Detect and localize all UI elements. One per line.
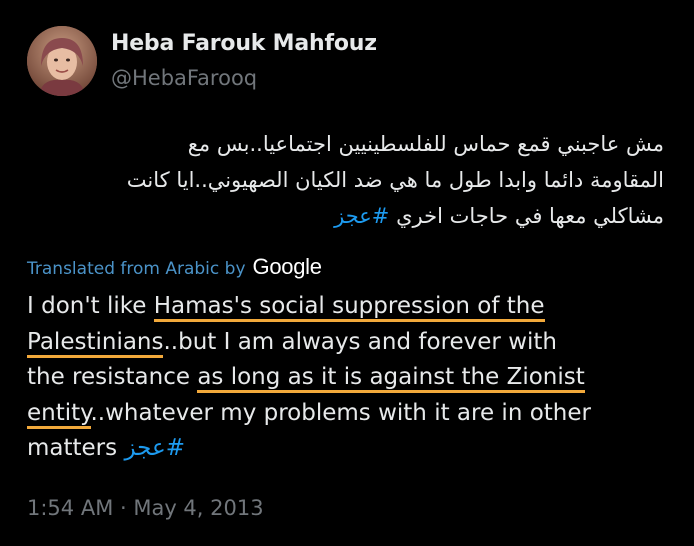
translated-text-segment: the resistance xyxy=(27,364,198,390)
translated-line: matters عجز# xyxy=(27,431,677,467)
arabic-line: مش عاجبني قمع حماس للفلسطينيين اجتماعيا.… xyxy=(187,132,664,156)
translated-line: entity..whatever my problems with it are… xyxy=(27,396,677,432)
hashtag-link[interactable]: عجز# xyxy=(124,435,185,461)
display-name[interactable]: Heba Farouk Mahfouz xyxy=(111,29,377,59)
arabic-line-text: مشاكلي معها في حاجات اخري xyxy=(396,204,664,228)
user-names: Heba Farouk Mahfouz @HebaFarooq xyxy=(111,29,377,93)
google-logo: Google xyxy=(252,254,322,279)
highlighted-text: entity xyxy=(27,399,91,429)
highlighted-text: Palestinians xyxy=(27,328,164,358)
avatar-portrait-icon xyxy=(27,26,97,96)
highlighted-text: as long as it is against the Zionist xyxy=(197,364,585,393)
translated-line: the resistance as long as it is against … xyxy=(27,360,677,396)
arabic-line: المقاومة دائما وابدا طول ما هي ضد الكيان… xyxy=(126,168,664,192)
tweet-timestamp[interactable]: 1:54 AM · May 4, 2013 xyxy=(27,496,264,520)
translated-line: I don't like Hamas's social suppression … xyxy=(27,289,677,325)
hashtag-link[interactable]: #عجز xyxy=(334,204,389,228)
tweet-card: Heba Farouk Mahfouz @HebaFarooq مش عاجبن… xyxy=(0,0,694,546)
translated-text-segment: ..whatever my problems with it are in ot… xyxy=(90,399,591,426)
tweet-header: Heba Farouk Mahfouz @HebaFarooq xyxy=(27,24,377,98)
arabic-line: مشاكلي معها في حاجات اخري #عجز xyxy=(24,198,664,234)
highlighted-text: Hamas's social suppression of the xyxy=(153,293,545,322)
translated-text-segment: ..but I am always and forever with xyxy=(163,328,557,355)
translated-text-segment: matters xyxy=(27,435,125,461)
translation-attribution: Translated from Arabic by Google xyxy=(27,254,322,280)
tweet-original-text: مش عاجبني قمع حماس للفلسطينيين اجتماعيا.… xyxy=(24,126,664,234)
translated-text-segment: I don't like xyxy=(27,293,154,319)
avatar[interactable] xyxy=(27,26,97,96)
translation-label[interactable]: Translated from Arabic by xyxy=(27,259,246,279)
tweet-translated-text: I don't like Hamas's social suppression … xyxy=(27,289,677,467)
user-handle[interactable]: @HebaFarooq xyxy=(111,63,377,93)
translated-line: Palestinians..but I am always and foreve… xyxy=(27,325,677,361)
